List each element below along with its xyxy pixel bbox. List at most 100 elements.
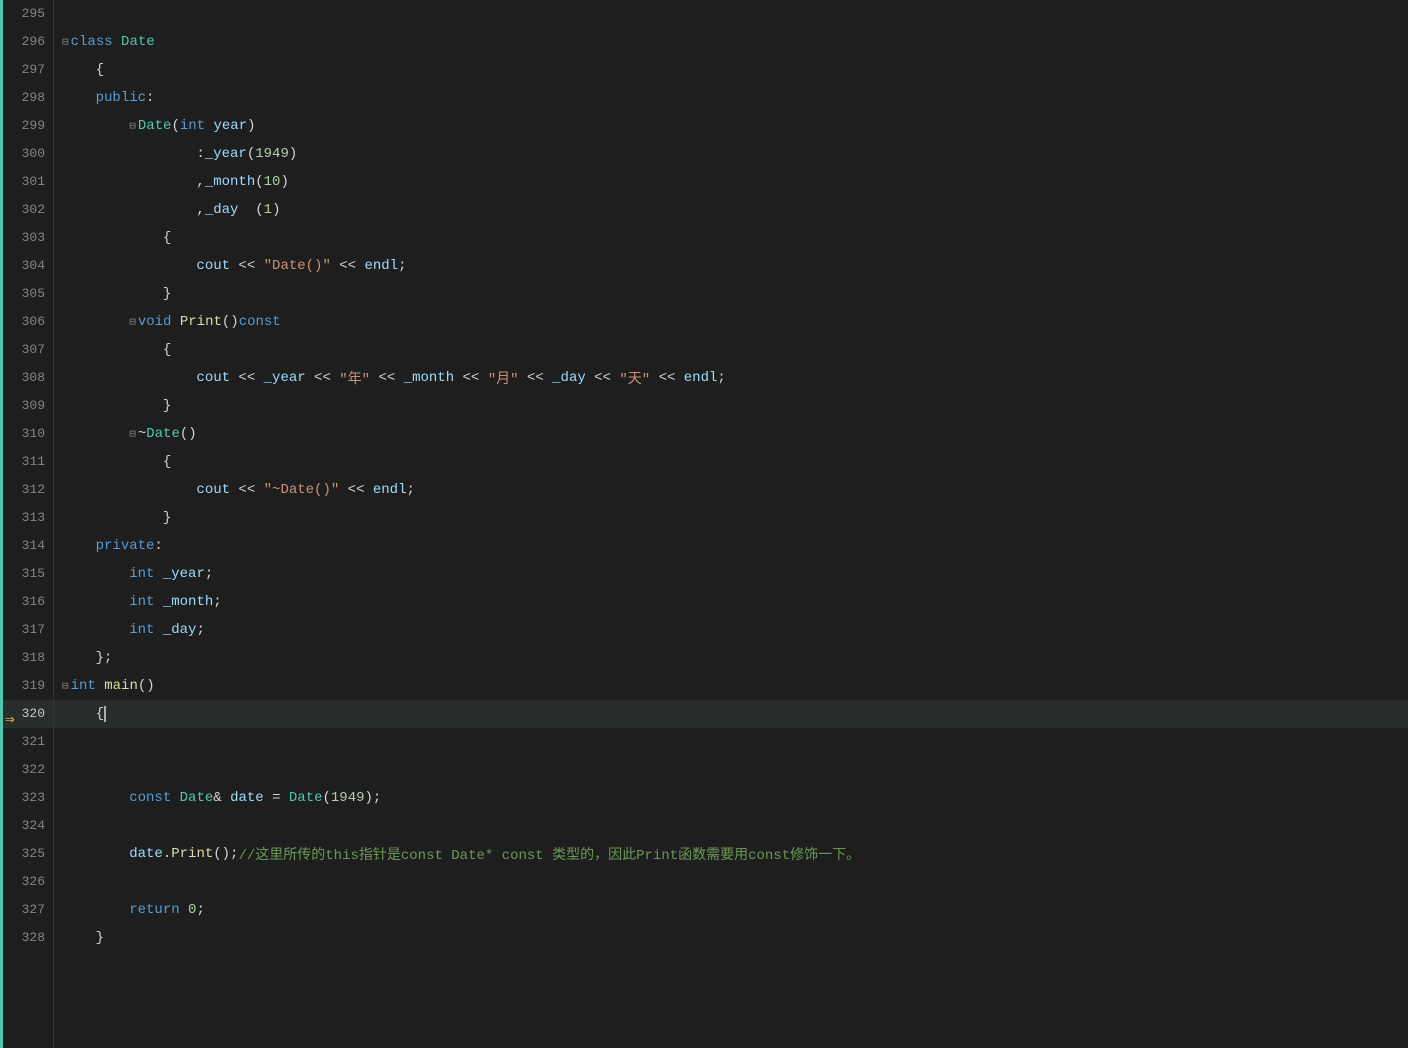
keyword-token: const — [129, 790, 171, 806]
collapse-icon[interactable]: ⊟ — [62, 679, 69, 693]
plain-token: { — [163, 342, 171, 358]
collapse-icon[interactable]: ⊟ — [129, 315, 136, 329]
plain-token: ) — [289, 146, 297, 162]
plain-token: ( — [171, 118, 179, 134]
line-num-308: 308 — [3, 364, 53, 392]
plain-token: : — [196, 146, 204, 162]
code-line-321 — [54, 728, 1408, 756]
variable-token: _month — [404, 370, 454, 386]
code-line-327: return 0; — [54, 896, 1408, 924]
plain-token: ; — [717, 370, 725, 386]
string-token: "~Date()" — [264, 482, 340, 498]
string-token: "月" — [488, 368, 519, 388]
plain-token: << — [586, 370, 620, 386]
collapse-icon[interactable]: ⊟ — [129, 119, 136, 133]
variable-token: endl — [364, 258, 398, 274]
keyword-token: return — [129, 902, 179, 918]
code-line-295 — [54, 0, 1408, 28]
keyword-token: class — [71, 34, 113, 50]
plain-token: ; — [398, 258, 406, 274]
line-num-295: 295 — [3, 0, 53, 28]
line-num-319: 319 — [3, 672, 53, 700]
code-line-306: ⊟void Print()const — [54, 308, 1408, 336]
plain-token: }; — [96, 650, 113, 666]
code-line-301: ,_month(10) — [54, 168, 1408, 196]
line-num-316: 316 — [3, 588, 53, 616]
number-token: 10 — [264, 174, 281, 190]
plain-token: ; — [205, 566, 213, 582]
code-line-317: int _day; — [54, 616, 1408, 644]
plain-token — [154, 622, 162, 638]
line-num-296: 296 — [3, 28, 53, 56]
typename-token: Date — [180, 790, 214, 806]
keyword-token: private — [96, 538, 155, 554]
code-line-302: ,_day (1) — [54, 196, 1408, 224]
collapse-icon[interactable]: ⊟ — [62, 35, 69, 49]
line-num-309: 309 — [3, 392, 53, 420]
line-num-311: 311 — [3, 448, 53, 476]
code-line-326 — [54, 868, 1408, 896]
variable-token: _year — [264, 370, 306, 386]
number-token: 0 — [188, 902, 196, 918]
plain-token: << — [230, 482, 264, 498]
line-num-318: 318 — [3, 644, 53, 672]
line-num-297: 297 — [3, 56, 53, 84]
line-num-305: 305 — [3, 280, 53, 308]
typename-token: Date — [138, 118, 172, 134]
plain-token: = — [264, 790, 289, 806]
plain-token: & — [213, 790, 230, 806]
number-token: 1949 — [255, 146, 289, 162]
code-line-307: { — [54, 336, 1408, 364]
plain-token — [171, 790, 179, 806]
code-line-297: { — [54, 56, 1408, 84]
code-line-319: ⊟int main() — [54, 672, 1408, 700]
line-num-328: 328 — [3, 924, 53, 952]
variable-token: _year — [205, 146, 247, 162]
plain-token — [96, 678, 104, 694]
plain-token: ) — [280, 174, 288, 190]
line-num-325: 325 — [3, 840, 53, 868]
plain-token: << — [650, 370, 684, 386]
function-token: Print — [180, 314, 222, 330]
plain-token: : — [146, 90, 154, 106]
plain-token: : — [154, 538, 162, 554]
plain-token: { — [163, 454, 171, 470]
code-line-320: { — [54, 700, 1408, 728]
keyword-token: int — [129, 594, 154, 610]
variable-token: year — [213, 118, 247, 134]
line-num-324: 324 — [3, 812, 53, 840]
line-num-314: 314 — [3, 532, 53, 560]
line-num-298: 298 — [3, 84, 53, 112]
code-line-325: date.Print();//这里所传的this指针是const Date* c… — [54, 840, 1408, 868]
plain-token — [205, 118, 213, 134]
string-token: "天" — [619, 368, 650, 388]
plain-token: << — [230, 370, 264, 386]
number-token: 1949 — [331, 790, 365, 806]
code-line-298: public: — [54, 84, 1408, 112]
code-line-312: cout << "~Date()" << endl; — [54, 476, 1408, 504]
plain-token: ) — [272, 202, 280, 218]
variable-token: _month — [163, 594, 213, 610]
plain-token: ( — [247, 146, 255, 162]
variable-token: _day — [163, 622, 197, 638]
typename-token: Date — [146, 426, 180, 442]
code-line-296: ⊟class Date — [54, 28, 1408, 56]
code-line-314: private: — [54, 532, 1408, 560]
plain-token: << — [454, 370, 488, 386]
plain-token: << — [331, 258, 365, 274]
line-num-307: 307 — [3, 336, 53, 364]
variable-token: _day — [205, 202, 239, 218]
comment-token: //这里所传的this指针是const Date* const 类型的，因此Pr… — [238, 844, 860, 864]
plain-token: () — [222, 314, 239, 330]
variable-token: endl — [373, 482, 407, 498]
keyword-token: public — [96, 90, 146, 106]
plain-token: . — [163, 846, 171, 862]
plain-token: << — [306, 370, 340, 386]
line-num-300: 300 — [3, 140, 53, 168]
collapse-icon[interactable]: ⊟ — [129, 427, 136, 441]
variable-token: _year — [163, 566, 205, 582]
code-content[interactable]: ⊟class Date { public: ⊟Date(int year) :_… — [54, 0, 1408, 1048]
keyword-token: int — [180, 118, 205, 134]
keyword-token: int — [129, 566, 154, 582]
code-editor[interactable]: 2952962972982993003013023033043053063073… — [0, 0, 1408, 1048]
